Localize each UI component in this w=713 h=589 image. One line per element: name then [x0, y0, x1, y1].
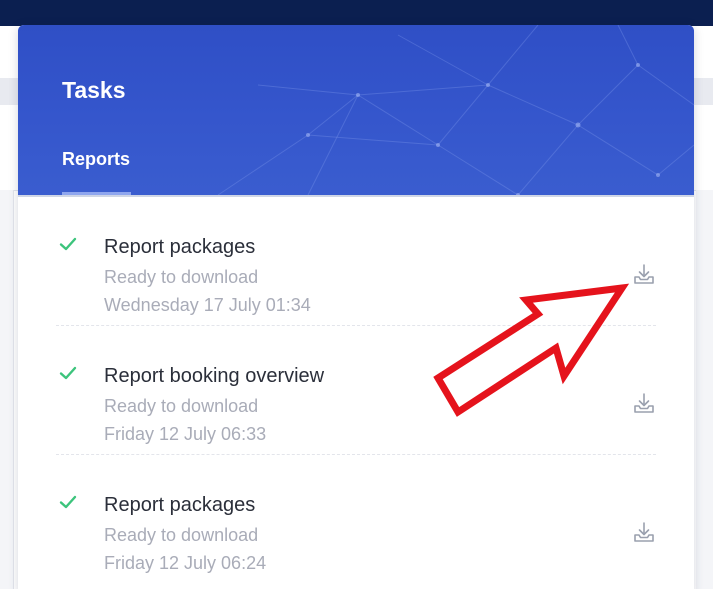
red-arrow-annotation	[433, 283, 630, 417]
